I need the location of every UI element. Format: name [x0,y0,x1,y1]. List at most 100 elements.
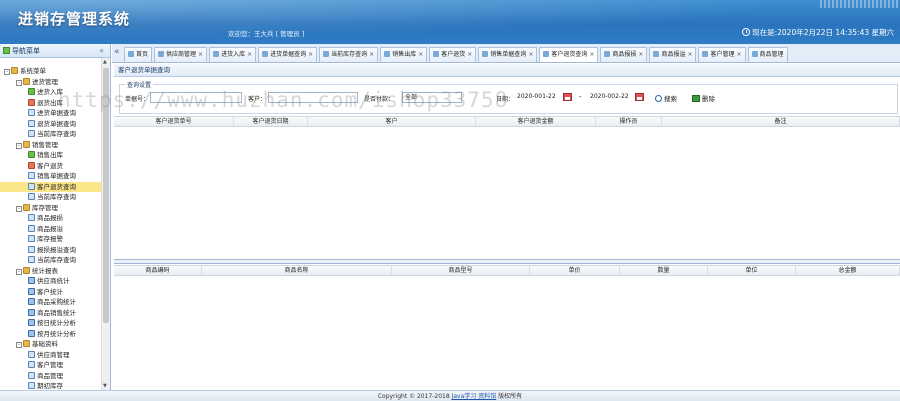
nav-item[interactable]: 进货单据查询 [0,108,101,119]
collapse-toggle-icon[interactable]: - [16,79,22,86]
grid-splitter[interactable] [114,260,900,264]
nav-item[interactable]: - 销售管理 [0,140,101,151]
page-icon [28,235,35,242]
nav-item[interactable]: 商品报溢 [0,224,101,235]
tab-close-icon[interactable]: × [369,51,374,58]
scroll-down-icon[interactable]: ▼ [103,383,107,389]
collapse-toggle-icon[interactable]: - [4,69,10,75]
nav-item[interactable]: - 基础资料 [0,339,101,350]
customer-input[interactable] [268,92,358,103]
column-header[interactable]: 商品型号 [392,266,530,276]
nav-item[interactable]: 客户统计 [0,287,101,298]
scroll-up-icon[interactable]: ▲ [103,59,107,65]
nav-item[interactable]: 供应商管理 [0,350,101,361]
tab-close-icon[interactable]: × [467,51,472,58]
nav-item[interactable]: 当前库存查询 [0,192,101,203]
tab[interactable]: 销售单据查询 × [478,47,538,62]
tab[interactable]: 客户退货查询 × [539,47,599,62]
collapse-toggle-icon[interactable]: - [16,205,22,212]
nav-item[interactable]: - 进货管理 [0,77,101,88]
calendar-from-icon[interactable] [563,93,572,101]
collapse-toggle-icon[interactable]: - [16,268,22,275]
nav-item-label: 进货单据查询 [37,109,76,117]
nav-item[interactable]: 商品采购统计 [0,297,101,308]
nav-item[interactable]: 客户退货 [0,161,101,172]
tab[interactable]: 供应商管理 × [154,47,208,62]
tab[interactable]: 销售出库 × [380,47,428,62]
tab[interactable]: 进货入库 × [209,47,257,62]
nav-item[interactable]: - 统计报表 [0,266,101,277]
nav-item[interactable]: - 库存管理 [0,203,101,214]
nav-item-label: 退货单据查询 [37,119,76,128]
delete-button[interactable]: 删除 [692,93,715,103]
tab[interactable]: 首页 [124,47,153,62]
date-from-input[interactable]: 2020-001-22 [515,92,563,103]
nav-item[interactable]: 按日统计分析 [0,318,101,329]
nav-item[interactable]: - 系统菜单 [0,66,101,77]
tab[interactable]: 商品管理 [747,47,788,62]
tab-close-icon[interactable]: × [737,51,742,58]
nav-item[interactable]: 库存报警 [0,234,101,245]
column-header[interactable]: 商品名称 [202,266,392,276]
nav-item[interactable]: 当前库存查询 [0,255,101,266]
tab[interactable]: 进货单据查询 × [258,47,318,62]
tab[interactable]: 商品报损 × [600,47,648,62]
calendar-to-icon[interactable] [635,93,644,101]
tab-close-icon[interactable]: × [638,51,643,58]
tab[interactable]: 商品报溢 × [649,47,697,62]
column-header[interactable]: 单位 [708,266,796,276]
nav-item[interactable]: 客户退货查询 [0,181,101,192]
column-header[interactable]: 单价 [530,266,620,276]
column-header[interactable]: 客户退货金额 [476,117,596,127]
nav-item[interactable]: 供应商统计 [0,276,101,287]
column-header[interactable]: 客户退货单号 [114,117,234,127]
date-to-input[interactable]: 2020-002-22 [588,92,634,103]
nav-item[interactable]: 报损报溢查询 [0,245,101,256]
nav-item[interactable]: 商品报损 [0,213,101,224]
collapse-toggle-icon[interactable]: - [16,142,22,149]
tab-close-icon[interactable]: × [418,51,423,58]
column-header[interactable]: 操作员 [596,117,662,127]
org-link[interactable]: Java学习 资料馆 [452,393,497,400]
nav-item[interactable]: 按月统计分析 [0,329,101,340]
nav-item[interactable]: 商品管理 [0,371,101,382]
sidebar-scrollbar[interactable]: ▲ ▼ [101,58,110,390]
settled-select[interactable]: 全部 [402,92,462,103]
doc-no-input[interactable] [150,92,242,103]
collapse-toggle-icon[interactable]: - [16,342,22,348]
tab[interactable]: 客户退货 × [429,47,477,62]
tab-close-icon[interactable]: × [198,51,203,58]
column-header[interactable]: 客户退货日期 [234,117,308,127]
search-button[interactable]: 搜索 [655,93,677,103]
nav-item[interactable]: 退货出库 [0,98,101,109]
column-header[interactable]: 商品编码 [114,266,202,276]
nav-item[interactable]: 商品销售统计 [0,308,101,319]
tab-close-icon[interactable]: × [687,51,692,58]
copyright-text: Copyright © 2017-2018 [377,393,452,400]
nav-item-label: 库存管理 [32,203,58,212]
column-header[interactable]: 备注 [662,117,900,127]
nav-item[interactable]: 销售出库 [0,150,101,161]
nav-item[interactable]: 销售单据查询 [0,171,101,182]
page-icon [28,371,35,379]
column-header[interactable]: 总金额 [796,266,900,276]
nav-item-label: 按日统计分析 [37,319,76,327]
nav-item[interactable]: 退货单据查询 [0,119,101,130]
nav-item-label: 客户统计 [37,287,63,296]
nav-item[interactable]: 当前库存查询 [0,129,101,140]
tab[interactable]: 当前库存查询 × [319,47,379,62]
tab[interactable]: 客户管理 × [698,47,746,62]
column-header[interactable]: 客户 [308,117,476,127]
tab-close-icon[interactable]: × [308,51,313,58]
tab-close-icon[interactable]: × [589,51,594,58]
tab-scroll-left-icon[interactable]: « [114,47,120,57]
nav-item[interactable]: 客户管理 [0,360,101,371]
scrollbar-thumb[interactable] [103,68,109,323]
clock-text: 现在是:2020年2月22日 14:35:43 星期六 [752,28,894,37]
nav-item[interactable]: 期初库存 [0,381,101,390]
nav-item[interactable]: 进货入库 [0,87,101,98]
column-header[interactable]: 数量 [620,266,708,276]
sidebar-collapse-button[interactable]: « [99,44,104,58]
tab-close-icon[interactable]: × [247,51,252,58]
tab-close-icon[interactable]: × [528,51,533,58]
